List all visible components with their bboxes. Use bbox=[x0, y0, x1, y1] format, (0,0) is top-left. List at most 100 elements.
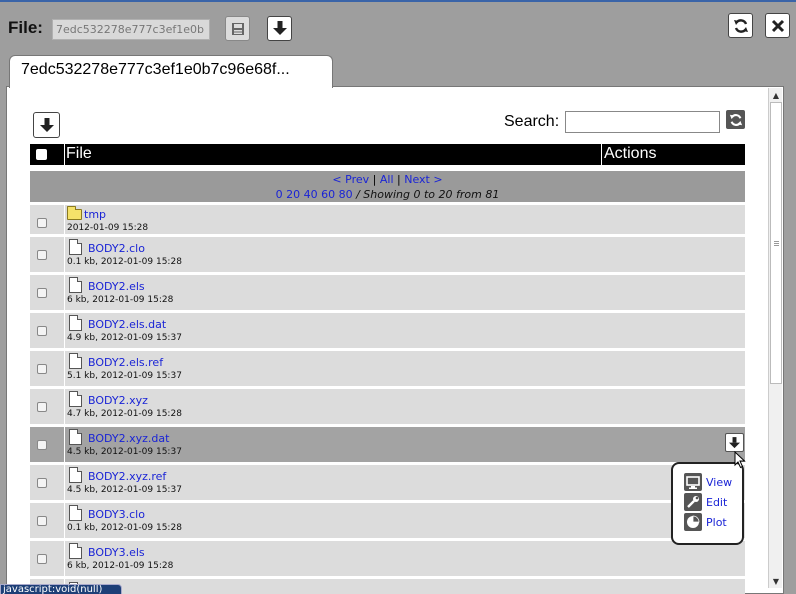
table-row-hovered[interactable]: BODY2.xyz.dat 4.5 kb, 2012-01-09 15:37 bbox=[30, 427, 745, 462]
column-divider bbox=[64, 465, 65, 500]
refresh-icon bbox=[733, 18, 748, 33]
download-arrow-icon bbox=[39, 117, 54, 132]
menu-item-label[interactable]: Edit bbox=[706, 496, 727, 509]
menu-item-label[interactable]: View bbox=[706, 476, 732, 489]
file-icon bbox=[69, 315, 82, 331]
pager-all-link[interactable]: All bbox=[380, 173, 394, 186]
row-checkbox[interactable] bbox=[37, 288, 47, 298]
row-actions-menu: View Edit Plot bbox=[671, 462, 744, 545]
pager-page-link[interactable]: 60 bbox=[321, 188, 335, 201]
row-checkbox[interactable] bbox=[37, 440, 47, 450]
select-all-checkbox[interactable] bbox=[36, 149, 47, 160]
pager-separator: | bbox=[397, 173, 401, 186]
pager-page-link[interactable]: 40 bbox=[304, 188, 318, 201]
file-name-link[interactable]: BODY2.els.dat bbox=[88, 318, 166, 331]
file-icon bbox=[69, 353, 82, 369]
mouse-cursor-icon bbox=[734, 451, 746, 469]
row-actions-button[interactable] bbox=[725, 433, 744, 452]
file-name-link[interactable]: BODY2.clo bbox=[88, 242, 145, 255]
file-meta: 0.1 kb, 2012-01-09 15:28 bbox=[67, 523, 182, 533]
search-label: Search: bbox=[504, 113, 560, 130]
file-icon bbox=[69, 391, 82, 407]
column-divider bbox=[64, 389, 65, 424]
table-row[interactable]: BODY2.els 6 kb, 2012-01-09 15:28 bbox=[30, 275, 745, 310]
pager-prev-link[interactable]: < Prev bbox=[332, 173, 369, 186]
table-row[interactable]: BODY2.xyz 4.7 kb, 2012-01-09 15:28 bbox=[30, 389, 745, 424]
file-icon bbox=[69, 277, 82, 293]
column-divider bbox=[64, 275, 65, 310]
row-checkbox[interactable] bbox=[37, 218, 47, 228]
floppy-icon bbox=[231, 22, 244, 35]
file-label: File: bbox=[8, 18, 43, 37]
row-checkbox[interactable] bbox=[37, 364, 47, 374]
pager-page-link[interactable]: 0 bbox=[276, 188, 283, 201]
file-path-field[interactable]: 7edc532278e777c3ef1e0b bbox=[52, 19, 210, 40]
file-name-link[interactable]: BODY3.els bbox=[88, 546, 145, 559]
download-arrow-icon bbox=[729, 436, 740, 448]
file-meta: 5.1 kb, 2012-01-09 15:37 bbox=[67, 371, 182, 381]
menu-item-label[interactable]: Plot bbox=[706, 516, 727, 529]
file-meta: 4.5 kb, 2012-01-09 15:37 bbox=[67, 485, 182, 495]
table-row[interactable]: BODY2.els.ref 5.1 kb, 2012-01-09 15:37 bbox=[30, 351, 745, 386]
file-meta: 4.5 kb, 2012-01-09 15:37 bbox=[67, 447, 182, 457]
column-divider bbox=[64, 503, 65, 538]
file-name-link[interactable]: BODY2.xyz.ref bbox=[88, 470, 166, 483]
column-divider bbox=[64, 144, 65, 165]
download-all-button[interactable] bbox=[33, 112, 60, 138]
close-button[interactable] bbox=[765, 13, 790, 38]
grip-icon bbox=[773, 240, 779, 246]
row-checkbox[interactable] bbox=[37, 516, 47, 526]
search-input[interactable] bbox=[565, 111, 720, 133]
search-refresh-button[interactable] bbox=[726, 110, 745, 129]
row-checkbox[interactable] bbox=[37, 478, 47, 488]
file-meta: 6 kb, 2012-01-09 15:28 bbox=[67, 295, 174, 305]
pager-next-link[interactable]: Next > bbox=[404, 173, 442, 186]
file-meta: 6 kb, 2012-01-09 15:28 bbox=[67, 561, 174, 571]
file-meta: 0.1 kb, 2012-01-09 15:28 bbox=[67, 257, 182, 267]
refresh-button[interactable] bbox=[728, 13, 753, 38]
table-row[interactable]: BODY3.clo 0.1 kb, 2012-01-09 15:28 bbox=[30, 503, 745, 538]
table-row[interactable]: BODY3.els 6 kb, 2012-01-09 15:28 bbox=[30, 541, 745, 576]
table-header: File Actions bbox=[30, 144, 745, 165]
file-icon bbox=[69, 239, 82, 255]
column-header-actions: Actions bbox=[604, 145, 657, 162]
file-name-link[interactable]: BODY2.els.ref bbox=[88, 356, 163, 369]
pager-page-link[interactable]: 20 bbox=[286, 188, 300, 201]
file-meta: 4.7 kb, 2012-01-09 15:28 bbox=[67, 409, 182, 419]
save-button[interactable] bbox=[225, 16, 250, 41]
vertical-scrollbar[interactable]: ▲ ▼ bbox=[768, 88, 782, 588]
close-icon bbox=[771, 19, 784, 32]
table-row[interactable]: BODY2.els.dat 4.9 kb, 2012-01-09 15:37 bbox=[30, 313, 745, 348]
window-top-border bbox=[0, 0, 796, 2]
monitor-icon bbox=[684, 473, 702, 491]
menu-item-edit[interactable]: Edit bbox=[684, 493, 727, 511]
file-name-link[interactable]: BODY2.xyz bbox=[88, 394, 148, 407]
scroll-thumb[interactable] bbox=[770, 102, 782, 384]
folder-name-link[interactable]: tmp bbox=[84, 208, 106, 221]
column-divider bbox=[64, 237, 65, 272]
file-name-link[interactable]: BODY3.clo bbox=[88, 508, 145, 521]
menu-item-view[interactable]: View bbox=[684, 473, 732, 491]
refresh-icon bbox=[729, 113, 742, 126]
scroll-up-arrow-icon[interactable]: ▲ bbox=[769, 88, 783, 102]
scroll-down-arrow-icon[interactable]: ▼ bbox=[769, 574, 783, 588]
folder-icon bbox=[67, 206, 82, 220]
column-divider bbox=[64, 541, 65, 576]
column-header-file[interactable]: File bbox=[66, 145, 92, 163]
table-row[interactable]: BODY2.clo 0.1 kb, 2012-01-09 15:28 bbox=[30, 237, 745, 272]
file-name-link[interactable]: BODY2.xyz.dat bbox=[88, 432, 169, 445]
row-checkbox[interactable] bbox=[37, 250, 47, 260]
table-row-partial[interactable] bbox=[30, 579, 745, 594]
status-bar-url: javascript:void(null) bbox=[0, 584, 122, 594]
file-meta: 4.9 kb, 2012-01-09 15:37 bbox=[67, 333, 182, 343]
row-checkbox[interactable] bbox=[37, 554, 47, 564]
file-icon bbox=[69, 505, 82, 521]
tab-file[interactable]: 7edc532278e777c3ef1e0b7c96e68f... bbox=[9, 55, 333, 88]
row-checkbox[interactable] bbox=[37, 326, 47, 336]
file-name-link[interactable]: BODY2.els bbox=[88, 280, 145, 293]
table-row[interactable]: BODY2.xyz.ref 4.5 kb, 2012-01-09 15:37 bbox=[30, 465, 745, 500]
download-button[interactable] bbox=[267, 16, 292, 41]
menu-item-plot[interactable]: Plot bbox=[684, 513, 727, 531]
row-checkbox[interactable] bbox=[37, 402, 47, 412]
pager-page-link[interactable]: 80 bbox=[339, 188, 353, 201]
